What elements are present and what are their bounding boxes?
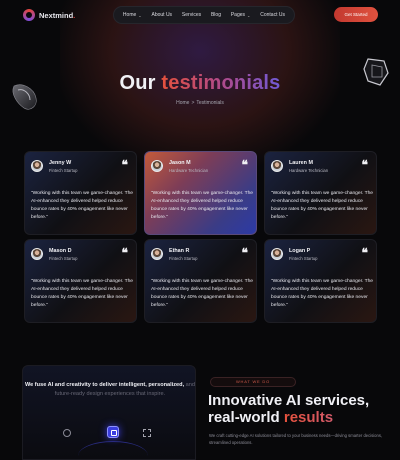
- breadcrumb-home[interactable]: Home: [176, 100, 189, 106]
- page-title: Our testimonials: [119, 72, 281, 94]
- testimonial-role: Fintech Startup: [169, 256, 198, 261]
- avatar: [31, 160, 43, 172]
- section-badge: WHAT WE DO: [210, 377, 296, 387]
- orbit-decoration: [78, 441, 148, 459]
- services-description: We craft cutting-edge AI solutions tailo…: [209, 433, 383, 445]
- quote-icon: ❝: [121, 246, 128, 260]
- testimonial-role: Hardware Technician: [289, 168, 329, 173]
- testimonial-card: Mason D Fintech Startup ❝ “Working with …: [24, 239, 137, 323]
- testimonial-name: Mason D: [49, 248, 72, 254]
- feature-panel: We fuse AI and creativity to deliver int…: [22, 365, 196, 460]
- testimonial-name: Lauren M: [289, 160, 313, 166]
- testimonial-quote: “Working with this team we game-changer.…: [151, 279, 254, 308]
- testimonial-quote: “Working with this team we game-changer.…: [31, 279, 134, 308]
- quote-icon: ❝: [241, 158, 248, 172]
- testimonial-name: Jason M: [169, 160, 191, 166]
- target-icon: [63, 429, 71, 437]
- get-started-button[interactable]: Get Started: [334, 7, 378, 22]
- quote-icon: ❝: [361, 246, 368, 260]
- main-menu: Home ⌄ About Us Services Blog Pages ⌄ Cont…: [113, 6, 295, 24]
- testimonial-role: Fintech Startup: [49, 168, 78, 173]
- testimonial-card: Logan P Fintech Startup ❝ “Working with …: [264, 239, 377, 323]
- menu-item-services[interactable]: Services: [182, 12, 201, 18]
- menu-item-contact-us[interactable]: Contact Us: [260, 12, 285, 18]
- avatar: [271, 160, 283, 172]
- testimonial-quote: “Working with this team we game-changer.…: [271, 191, 374, 220]
- testimonial-name: Logan P: [289, 248, 311, 254]
- menu-item-pages[interactable]: Pages ⌄: [231, 12, 251, 18]
- quote-icon: ❝: [241, 246, 248, 260]
- testimonial-role: Hardware Technician: [169, 168, 209, 173]
- avatar: [31, 248, 43, 260]
- testimonial-quote: “Working with this team we game-changer.…: [31, 191, 134, 220]
- quote-icon: ❝: [361, 158, 368, 172]
- testimonial-card-highlighted: Jason M Hardware Technician ❝ “Working w…: [144, 151, 257, 235]
- breadcrumb-current: Testimonials: [196, 100, 224, 106]
- quote-icon: ❝: [121, 158, 128, 172]
- testimonial-name: Jenny W: [49, 160, 72, 166]
- services-title: Innovative AI services, real-world resul…: [208, 392, 370, 426]
- testimonial-card: Lauren M Hardware Technician ❝ “Working …: [264, 151, 377, 235]
- testimonial-role: Fintech Startup: [49, 256, 78, 261]
- breadcrumb: Home > Testimonials: [176, 100, 224, 106]
- testimonial-name: Ethan R: [169, 248, 190, 254]
- avatar: [151, 248, 163, 260]
- testimonial-card: Jenny W Fintech Startup ❝ “Working with …: [24, 151, 137, 235]
- testimonial-role: Fintech Startup: [289, 256, 318, 261]
- menu-item-blog[interactable]: Blog: [211, 12, 221, 18]
- logo-icon: [23, 9, 35, 21]
- testimonial-quote: “Working with this team we game-changer.…: [271, 279, 374, 308]
- logo-text: Nextmind.: [39, 10, 76, 20]
- menu-item-home[interactable]: Home ⌄: [123, 12, 142, 18]
- testimonial-quote: “Working with this team we game-changer.…: [151, 191, 254, 220]
- logo[interactable]: Nextmind.: [23, 9, 75, 21]
- chevron-down-icon: ⌄: [247, 12, 251, 18]
- feature-panel-text: We fuse AI and creativity to deliver int…: [24, 382, 196, 397]
- chip-icon: [107, 426, 119, 438]
- top-nav: Nextmind. Home ⌄ About Us Services Blog P…: [0, 0, 400, 30]
- menu-item-about-us[interactable]: About Us: [151, 12, 172, 18]
- testimonial-card: Ethan R Fintech Startup ❝ “Working with …: [144, 239, 257, 323]
- avatar: [271, 248, 283, 260]
- frame-icon: [143, 429, 151, 437]
- chevron-down-icon: ⌄: [138, 12, 142, 18]
- avatar: [151, 160, 163, 172]
